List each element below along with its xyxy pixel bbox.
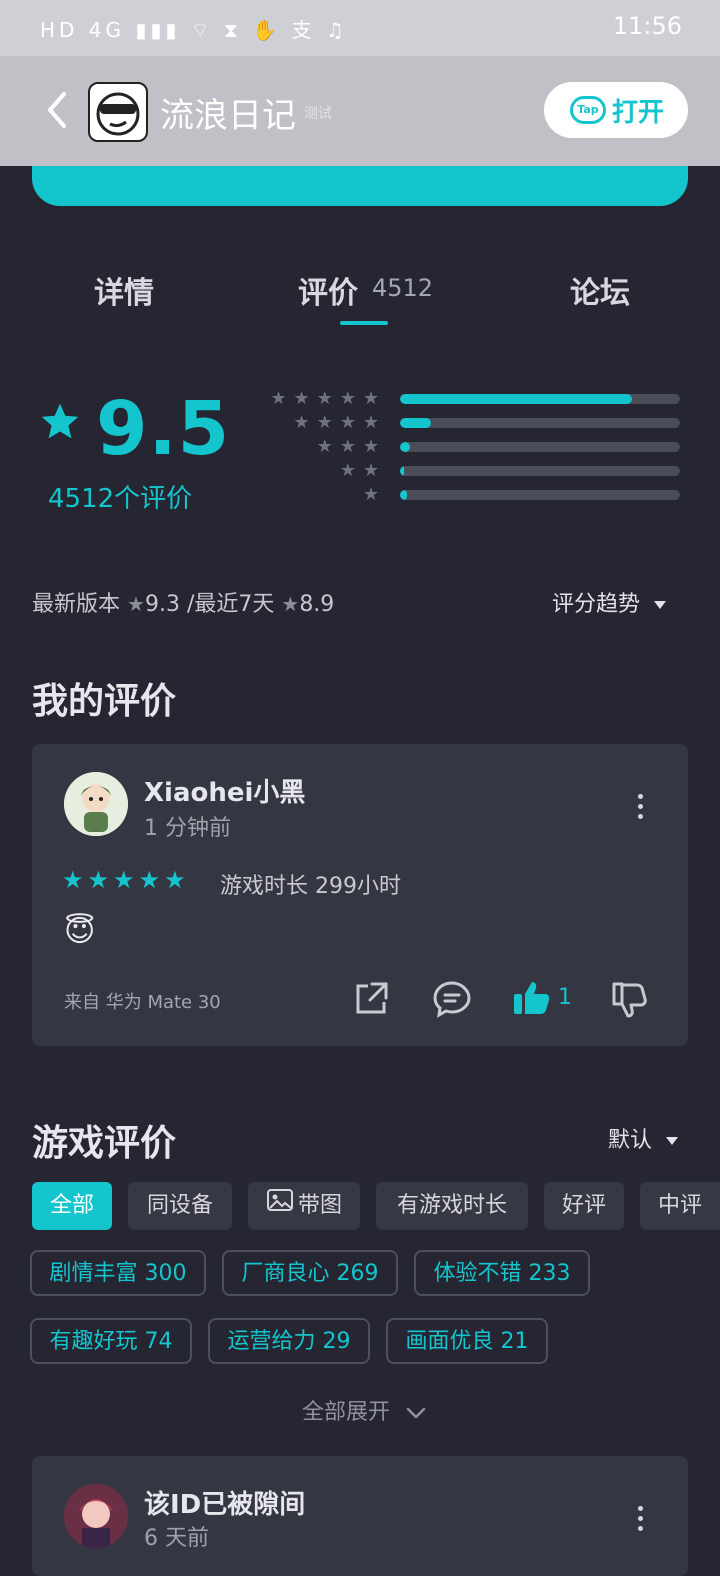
review-stars: ★★★★★ [62,866,190,894]
rating-bar-fill [400,442,410,452]
expand-all-button[interactable]: 全部展开 [302,1394,427,1426]
review-username[interactable]: 该ID已被隙间 [144,1484,305,1521]
expand-all-label: 全部展开 [302,1400,391,1425]
tag-chip[interactable]: 体验不错 233 [414,1250,590,1296]
filter-all[interactable]: 全部 [32,1182,112,1230]
rating-trend-label: 评分趋势 [552,592,641,617]
rating-bar-track [400,490,680,500]
avatar[interactable] [64,772,128,836]
filter-playtime[interactable]: 有游戏时长 [376,1182,528,1230]
game-reviews-title: 游戏评价 [32,1123,177,1164]
sort-label: 默认 [608,1128,653,1153]
rating-bar-track [400,466,680,476]
app-name: 流浪日记 [160,96,296,136]
more-icon[interactable] [636,794,644,824]
more-icon[interactable] [636,1506,644,1536]
status-icons-left: HD 4G ▮▮▮ ⌔ ⧗ ✋ 支 ♫ [40,18,348,42]
review-device: 来自 华为 Mate 30 [64,992,221,1013]
thumbs-up-icon[interactable] [512,978,552,1022]
avatar[interactable] [64,1484,128,1548]
latest-version-score: 9.3 [144,592,180,617]
tag-chip[interactable]: 厂商良心 269 [222,1250,398,1296]
recent-score: 8.9 [299,592,335,617]
app-icon [88,82,148,142]
star-icon: ★ [281,592,300,616]
tab-indicator [340,321,388,325]
rating-row-4-star: ★★★★ [258,412,688,436]
rating-row-stars: ★★★★ [293,412,386,433]
rating-row-stars: ★★ [339,460,386,481]
rating-row-stars: ★★★ [316,436,386,457]
review-time: 6 天前 [144,1526,209,1551]
tab-details[interactable]: 详情 [94,268,154,312]
review-playtime: 游戏时长 299小时 [220,874,401,899]
latest-version-label: 最新版本 [32,592,121,617]
status-time: 11:56 [612,12,682,40]
share-icon[interactable] [352,980,390,1022]
comment-icon[interactable] [432,980,472,1022]
rating-row-stars: ★★★★★ [270,388,386,409]
caret-down-icon [654,601,667,609]
filter-with-image[interactable]: 带图 [248,1182,360,1230]
tag-chip[interactable]: 剧情丰富 300 [30,1250,206,1296]
tag-chip[interactable]: 画面优良 21 [386,1318,548,1364]
review-time: 1 分钟前 [144,816,231,841]
rating-row-5-star: ★★★★★ [258,388,688,412]
star-icon: ★ [127,592,145,616]
review-username[interactable]: Xiaohei小黑 [144,772,305,809]
like-count: 1 [558,985,572,1010]
tab-forum[interactable]: 论坛 [570,268,630,312]
review-content: 😇 [64,914,96,949]
rating-score: 9.5 [96,386,231,472]
rating-bar-track [400,394,680,404]
image-icon [266,1182,294,1230]
tap-logo-icon: Tap [570,96,606,124]
rating-bar-track [400,418,680,428]
star-icon [38,400,82,444]
rating-row-1-star: ★ [258,484,688,508]
rating-bar-fill [400,466,404,476]
sort-dropdown[interactable]: 默认 [608,1122,679,1154]
chevron-down-icon [405,1401,427,1426]
recent-label: /最近7天 [186,592,275,617]
filter-positive[interactable]: 好评 [544,1182,624,1230]
app-badge: 测试 [304,106,332,122]
caret-down-icon [666,1137,679,1145]
rating-bar-fill [400,490,407,500]
tag-chip[interactable]: 运营给力 29 [208,1318,370,1364]
rating-bar-fill [400,394,633,404]
rating-row-stars: ★ [362,484,386,505]
filter-same-device[interactable]: 同设备 [128,1182,232,1230]
my-review-title: 我的评价 [32,681,177,722]
tab-reviews-count: 4512 [372,274,434,302]
rating-bar-fill [400,418,431,428]
open-button[interactable]: Tap 打开 [544,82,688,138]
rating-bar-track [400,442,680,452]
rating-trend-button[interactable]: 评分趋势 [552,586,667,618]
tab-reviews[interactable]: 评价 [298,268,358,312]
tag-chip[interactable]: 有趣好玩 74 [30,1318,192,1364]
filter-neutral[interactable]: 中评 [640,1182,720,1230]
rating-row-2-star: ★★ [258,460,688,484]
version-ratings: 最新版本 ★9.3 /最近7天 ★8.9 [32,586,334,618]
open-button-label: 打开 [612,98,665,128]
rating-count: 4512个评价 [48,484,193,514]
back-icon[interactable] [38,80,78,140]
status-bar: HD 4G ▮▮▮ ⌔ ⧗ ✋ 支 ♫ 11:56 [0,0,720,56]
thumbs-down-icon[interactable] [610,980,650,1024]
review-card[interactable] [32,1456,688,1576]
rating-row-3-star: ★★★ [258,436,688,460]
filter-with-image-label: 带图 [297,1193,342,1218]
